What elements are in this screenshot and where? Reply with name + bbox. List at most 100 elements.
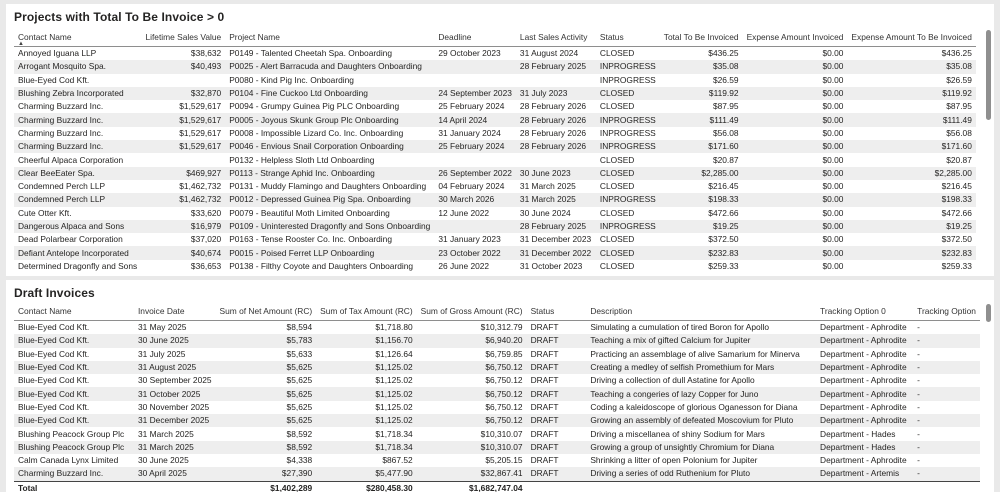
cell-sum-of-tax-amount-rc: $1,125.02 (375, 401, 413, 412)
cell-contact-name: Cheerful Alpaca Corporation (18, 154, 124, 165)
sort-ascending-icon[interactable]: ▲ (18, 41, 24, 46)
column-header-deadline[interactable]: Deadline (434, 28, 516, 47)
cell-status: DRAFT (526, 360, 587, 375)
column-header-tracking-option[interactable]: Tracking Option (913, 302, 980, 321)
column-header-contact-name[interactable]: Contact Name ▲ (14, 28, 142, 47)
table-row[interactable]: Arrogant Mosquito Spa. $40,493 P0025 - Ale… (14, 60, 976, 74)
cell-last-sales-activity: 31 December 2022 (515, 246, 596, 260)
cell-lifetime-sales-value: $32,870 (141, 86, 226, 101)
table-row[interactable]: Charming Buzzard Inc. $1,529,617 P0005 - J… (14, 113, 976, 127)
column-header-sum-of-gross-amount-rc[interactable]: Sum of Gross Amount (RC) (416, 302, 527, 321)
cell-expense-amount-invoiced: $0.00 (822, 181, 844, 192)
cell-last-sales-activity: 28 February 2025 (515, 60, 596, 74)
cell-tracking-option: - (913, 334, 980, 348)
column-header-tracking-option-0[interactable]: Tracking Option 0 (816, 302, 914, 321)
table-row[interactable]: Blue-Eyed Cod Kft. 31 July 2025 $5,633 $1,1… (14, 348, 980, 361)
table-row[interactable]: Blushing Peacock Group Plc 31 March 2025 $… (14, 440, 980, 454)
cell-project-name: P0131 - Muddy Flamingo and Daughters Onb… (229, 181, 427, 192)
table-row[interactable]: Cute Otter Kft. $33,620 P0079 - Beautiful … (14, 207, 976, 220)
table-row[interactable]: Dangerous Alpaca and Sons $16,979 P0109 - … (14, 219, 976, 234)
projects-scrollbar[interactable] (985, 28, 992, 274)
projects-visual: Projects with Total To Be Invoice > 0 Co… (6, 4, 994, 276)
cell-total-to-be-invoiced: $87.95 (712, 101, 739, 112)
cell-sum-of-net-amount-rc: $8,592 (215, 440, 317, 454)
total-cell-sum-of-net-amount-rc: $1,402,289 (215, 480, 317, 492)
drafts-scrollbar[interactable] (985, 302, 992, 490)
cell-contact-name: Blue-Eyed Cod Kft. (14, 414, 134, 428)
table-row[interactable]: Defiant Antelope Incorporated $40,674 P001… (14, 246, 976, 260)
cell-last-sales-activity: 31 July 2023 (515, 86, 596, 101)
cell-lifetime-sales-value: $16,979 (141, 219, 226, 234)
column-header-total-to-be-invoiced[interactable]: Total To Be Invoiced (659, 28, 743, 47)
table-row[interactable]: Blue-Eyed Cod Kft. P0080 - Kind Pig Inc. … (14, 74, 976, 87)
cell-sum-of-gross-amount-rc: $6,750.12 (416, 414, 527, 428)
cell-lifetime-sales-value: $1,529,617 (179, 101, 222, 112)
cell-expense-amount-to-be-invoiced: $472.66 (941, 207, 972, 218)
cell-expense-amount-invoiced: $0.00 (822, 234, 844, 245)
cell-expense-amount-to-be-invoiced: $20.87 (946, 154, 972, 165)
cell-sum-of-tax-amount-rc: $867.52 (382, 455, 413, 466)
cell-expense-amount-invoiced: $0.00 (822, 101, 844, 112)
cell-deadline: 14 April 2024 (434, 113, 516, 127)
cell-contact-name: Determined Dragonfly and Sons (18, 260, 138, 271)
table-row[interactable]: Blue-Eyed Cod Kft. 31 October 2025 $5,625 $… (14, 387, 980, 401)
column-header-expense-amount-to-be-invoiced[interactable]: Expense Amount To Be Invoiced (847, 28, 976, 47)
cell-status: DRAFT (530, 455, 559, 466)
column-header-sum-of-net-amount-rc[interactable]: Sum of Net Amount (RC) (215, 302, 317, 321)
column-header-last-sales-activity[interactable]: Last Sales Activity (515, 28, 596, 47)
table-row[interactable]: Condemned Perch LLP $1,462,732 P0012 - Dep… (14, 193, 976, 207)
cell-description: Growing a group of unsightly Chromium fo… (586, 440, 817, 454)
column-header-invoice-date[interactable]: Invoice Date (133, 302, 216, 321)
cell-tracking-option-0: Department - Aphrodite (820, 375, 907, 386)
table-row[interactable]: Cheerful Alpaca Corporation P0132 - Helpl… (14, 153, 976, 166)
table-row[interactable]: Blue-Eyed Cod Kft. 31 May 2025 $8,594 $1,71… (14, 321, 980, 335)
drafts-scrollbar-thumb[interactable] (986, 304, 991, 322)
table-row[interactable]: Blue-Eyed Cod Kft. 30 September 2025 $5,62… (14, 374, 980, 387)
table-row[interactable]: Blue-Eyed Cod Kft. 31 December 2025 $5,625… (14, 414, 980, 428)
table-row[interactable]: Annoyed Iguana LLP $38,632 P0149 - Talente… (14, 47, 976, 61)
cell-sum-of-gross-amount-rc: $10,310.07 (416, 440, 527, 454)
table-row[interactable]: Clear BeeEater Spa. $469,927 P0113 - Stran… (14, 166, 976, 180)
column-header-contact-name[interactable]: Contact Name (14, 302, 134, 321)
cell-project-name: P0113 - Strange Aphid Inc. Onboarding (225, 166, 435, 180)
table-row[interactable]: Blushing Peacock Group Plc 31 March 2025 $… (14, 427, 980, 440)
cell-status: DRAFT (526, 334, 587, 348)
table-row[interactable]: Charming Buzzard Inc. $1,529,617 P0046 - E… (14, 140, 976, 154)
table-row[interactable]: Condemned Perch LLP $1,462,732 P0131 - Mud… (14, 180, 976, 193)
column-header-description[interactable]: Description (586, 302, 817, 321)
cell-total-to-be-invoiced: $35.08 (659, 60, 743, 74)
table-row[interactable]: Charming Buzzard Inc. $1,529,617 P0008 - I… (14, 127, 976, 140)
cell-last-sales-activity: 31 October 2023 (519, 260, 583, 271)
cell-project-name: P0015 - Poised Ferret LLP Onboarding (225, 246, 435, 260)
table-row[interactable]: Blue-Eyed Cod Kft. 31 August 2025 $5,625 $1… (14, 360, 980, 375)
table-row[interactable]: Dead Polarbear Corporation $37,020 P0163 -… (14, 233, 976, 246)
table-row[interactable]: Blue-Eyed Cod Kft. 30 June 2025 $5,783 $1,1… (14, 334, 980, 348)
cell-deadline: 29 October 2023 (438, 48, 501, 59)
table-row[interactable]: Blushing Zebra Incorporated $32,870 P0104 … (14, 86, 976, 101)
cell-tracking-option: - (917, 455, 920, 466)
cell-lifetime-sales-value (141, 74, 225, 87)
column-header-lifetime-sales-value[interactable]: Lifetime Sales Value (141, 28, 226, 47)
table-row[interactable]: Blue-Eyed Cod Kft. 30 November 2025 $5,625… (14, 401, 980, 414)
cell-expense-amount-invoiced: $0.00 (822, 74, 844, 85)
cell-tracking-option: - (913, 414, 980, 428)
cell-tracking-option-0: Department - Artemis (816, 467, 914, 482)
column-header-status[interactable]: Status (595, 28, 660, 47)
table-row[interactable]: Charming Buzzard Inc. 30 April 2025 $27,39… (14, 467, 980, 482)
cell-expense-amount-to-be-invoiced: $372.50 (941, 234, 972, 245)
column-header-project-name[interactable]: Project Name (225, 28, 435, 47)
cell-tracking-option-0: Department - Aphrodite (816, 387, 914, 401)
cell-contact-name: Dangerous Alpaca and Sons (14, 219, 142, 234)
cell-sum-of-tax-amount-rc: $1,125.02 (316, 387, 417, 401)
column-header-status[interactable]: Status (526, 302, 587, 321)
cell-tracking-option: - (913, 440, 980, 454)
table-row[interactable]: Calm Canada Lynx Limited 30 June 2025 $4,3… (14, 454, 980, 467)
cell-lifetime-sales-value: $40,493 (141, 60, 226, 74)
cell-status: CLOSED (599, 154, 635, 165)
column-header-sum-of-tax-amount-rc[interactable]: Sum of Tax Amount (RC) (316, 302, 417, 321)
table-row[interactable]: Determined Dragonfly and Sons $36,653 P013… (14, 260, 976, 273)
cell-contact-name: Dead Polarbear Corporation (18, 234, 123, 245)
projects-scrollbar-thumb[interactable] (986, 30, 991, 120)
column-header-expense-amount-invoiced[interactable]: Expense Amount Invoiced (742, 28, 848, 47)
table-row[interactable]: Charming Buzzard Inc. $1,529,617 P0094 - G… (14, 100, 976, 113)
